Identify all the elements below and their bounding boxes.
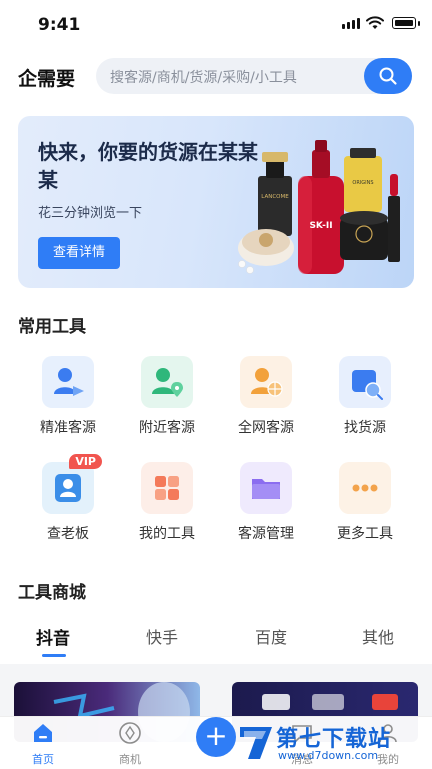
status-time: 9:41 bbox=[38, 15, 81, 35]
battery-icon bbox=[392, 17, 416, 29]
vip-badge: VIP bbox=[69, 454, 102, 469]
target-customer-icon bbox=[42, 356, 94, 408]
more-icon bbox=[339, 462, 391, 514]
tool-label: 客源管理 bbox=[238, 526, 294, 542]
watermark-url: www.d7down.com bbox=[278, 749, 379, 762]
nav-opportunities[interactable]: 商机 bbox=[100, 721, 160, 767]
tool-more-tools[interactable]: 更多工具 bbox=[315, 462, 415, 543]
signal-icon bbox=[342, 18, 360, 29]
origins-label: ORIGINS bbox=[352, 180, 373, 186]
lancome-label: LANCOME bbox=[261, 194, 289, 200]
tool-my-tools[interactable]: 我的工具 bbox=[117, 462, 217, 543]
bottom-nav: 首页 商机 + 消息 我的 第七下载站 www.d7down.com bbox=[0, 716, 432, 769]
tool-nearby-customers[interactable]: 附近客源 bbox=[117, 356, 217, 437]
tool-find-supply[interactable]: 找货源 bbox=[315, 356, 415, 437]
tool-label: 附近客源 bbox=[139, 420, 195, 436]
compass-icon bbox=[119, 722, 141, 744]
boss-lookup-icon: VIP bbox=[42, 454, 102, 514]
search-input[interactable]: 搜客源/商机/货源/采购/小工具 bbox=[110, 67, 297, 87]
tools-section-title: 常用工具 bbox=[18, 317, 86, 337]
tool-label: 我的工具 bbox=[139, 526, 195, 542]
tool-label: 全网客源 bbox=[238, 420, 294, 436]
tab-baidu[interactable]: 百度 bbox=[255, 624, 287, 648]
tab-kuaishou[interactable]: 快手 bbox=[146, 624, 178, 648]
tool-label: 精准客源 bbox=[40, 420, 96, 436]
brand-title: 企需要 bbox=[18, 68, 76, 90]
home-icon bbox=[34, 724, 52, 742]
add-button[interactable]: + bbox=[196, 717, 236, 757]
nav-opportunities-label: 商机 bbox=[119, 753, 141, 766]
site-watermark: 第七下载站 www.d7down.com bbox=[236, 717, 426, 769]
global-customer-icon bbox=[240, 356, 292, 408]
tool-label: 更多工具 bbox=[337, 526, 393, 542]
tool-label: 查老板 bbox=[47, 526, 89, 542]
my-tools-icon bbox=[141, 462, 193, 514]
nav-home[interactable]: 首页 bbox=[13, 721, 73, 767]
tab-douyin[interactable]: 抖音 bbox=[36, 624, 70, 649]
wifi-icon bbox=[366, 16, 384, 29]
folder-icon bbox=[240, 462, 292, 514]
search-bar[interactable]: 搜客源/商机/货源/采购/小工具 bbox=[96, 58, 412, 94]
tool-customer-management[interactable]: 客源管理 bbox=[216, 462, 316, 543]
shop-section-title: 工具商城 bbox=[18, 583, 86, 603]
search-button[interactable] bbox=[364, 58, 412, 94]
skii-label: SK-II bbox=[309, 221, 332, 231]
view-details-button[interactable]: 查看详情 bbox=[38, 237, 120, 269]
shop-product-list bbox=[0, 664, 432, 742]
active-tab-indicator bbox=[42, 654, 66, 657]
tool-precise-customers[interactable]: 精准客源 bbox=[18, 356, 118, 437]
promo-banner[interactable]: 快来，你要的货源在某某某 花三分钟浏览一下 查看详情 LANCOME SK-II… bbox=[18, 116, 414, 288]
nearby-customer-icon bbox=[141, 356, 193, 408]
tool-label: 找货源 bbox=[344, 420, 386, 436]
tab-other[interactable]: 其他 bbox=[362, 624, 394, 648]
status-bar: 9:41 bbox=[0, 0, 432, 48]
tool-global-customers[interactable]: 全网客源 bbox=[216, 356, 316, 437]
nav-home-label: 首页 bbox=[32, 753, 54, 766]
battery-tip bbox=[418, 21, 420, 26]
tool-boss-lookup[interactable]: VIP 查老板 bbox=[18, 454, 118, 543]
cosmetics-products-image: LANCOME SK-II ORIGINS bbox=[238, 140, 400, 274]
find-supply-icon bbox=[339, 356, 391, 408]
shop-tabs: 抖音 快手 百度 其他 bbox=[0, 624, 432, 660]
search-icon bbox=[379, 67, 397, 85]
watermark-logo-icon bbox=[240, 727, 272, 759]
banner-subtitle: 花三分钟浏览一下 bbox=[38, 206, 143, 221]
app-header: 企需要 搜客源/商机/货源/采购/小工具 bbox=[0, 52, 432, 100]
